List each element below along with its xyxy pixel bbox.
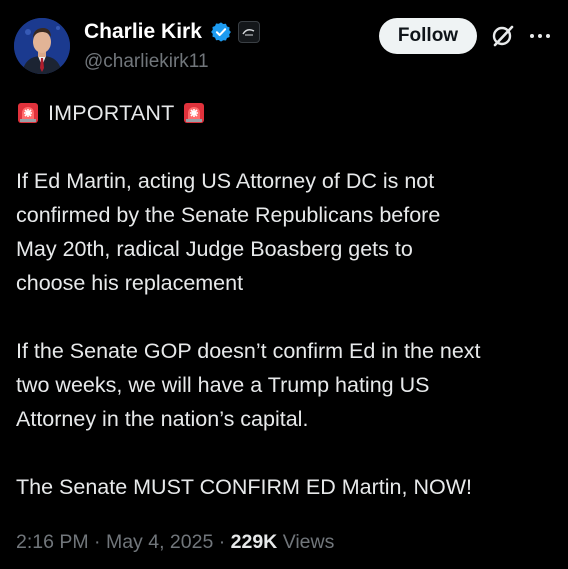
- affiliate-badge-icon[interactable]: [237, 21, 260, 43]
- police-light-icon: [16, 101, 40, 125]
- tweet-time[interactable]: 2:16 PM: [16, 531, 89, 553]
- tweet-paragraph: The Senate MUST CONFIRM ED Martin, NOW!: [16, 470, 556, 504]
- author-name-row: Charlie Kirk: [84, 18, 260, 46]
- follow-button[interactable]: Follow: [379, 18, 477, 54]
- tweet-meta: 2:16 PM · May 4, 2025 · 229K Views: [16, 528, 334, 556]
- tweet-paragraph: If Ed Martin, acting US Attorney of DC i…: [16, 164, 556, 300]
- avatar[interactable]: [14, 18, 70, 74]
- views-label: Views: [282, 531, 335, 553]
- text-line: Attorney in the nation’s capital.: [16, 407, 309, 431]
- more-icon[interactable]: [528, 28, 552, 44]
- tweet-date[interactable]: May 4, 2025: [106, 531, 213, 553]
- headline-text: IMPORTANT: [48, 101, 175, 125]
- tweet-paragraph: If the Senate GOP doesn’t confirm Ed in …: [16, 334, 556, 436]
- verified-badge-icon[interactable]: [210, 21, 232, 43]
- tweet-text: IMPORTANT If Ed Martin, acting US Attorn…: [16, 96, 556, 504]
- text-line: The Senate MUST CONFIRM ED Martin, NOW!: [16, 475, 472, 499]
- views-count[interactable]: 229K: [231, 531, 278, 553]
- tweet-card: Charlie Kirk @charliekirk11 Follow IMPOR…: [0, 0, 568, 569]
- text-line: If Ed Martin, acting US Attorney of DC i…: [16, 169, 435, 193]
- text-line: If the Senate GOP doesn’t confirm Ed in …: [16, 339, 481, 363]
- text-line: May 20th, radical Judge Boasberg gets to: [16, 237, 413, 261]
- tweet-headline: IMPORTANT: [16, 96, 556, 130]
- police-light-icon: [182, 101, 206, 125]
- text-line: confirmed by the Senate Republicans befo…: [16, 203, 441, 227]
- meta-separator: ·: [218, 531, 226, 553]
- avatar-image: [14, 18, 70, 74]
- grok-icon[interactable]: [490, 23, 516, 49]
- meta-separator: ·: [94, 531, 101, 553]
- author-name[interactable]: Charlie Kirk: [84, 18, 202, 46]
- text-line: choose his replacement: [16, 271, 244, 295]
- author-handle[interactable]: @charliekirk11: [84, 50, 209, 74]
- text-line: two weeks, we will have a Trump hating U…: [16, 373, 430, 397]
